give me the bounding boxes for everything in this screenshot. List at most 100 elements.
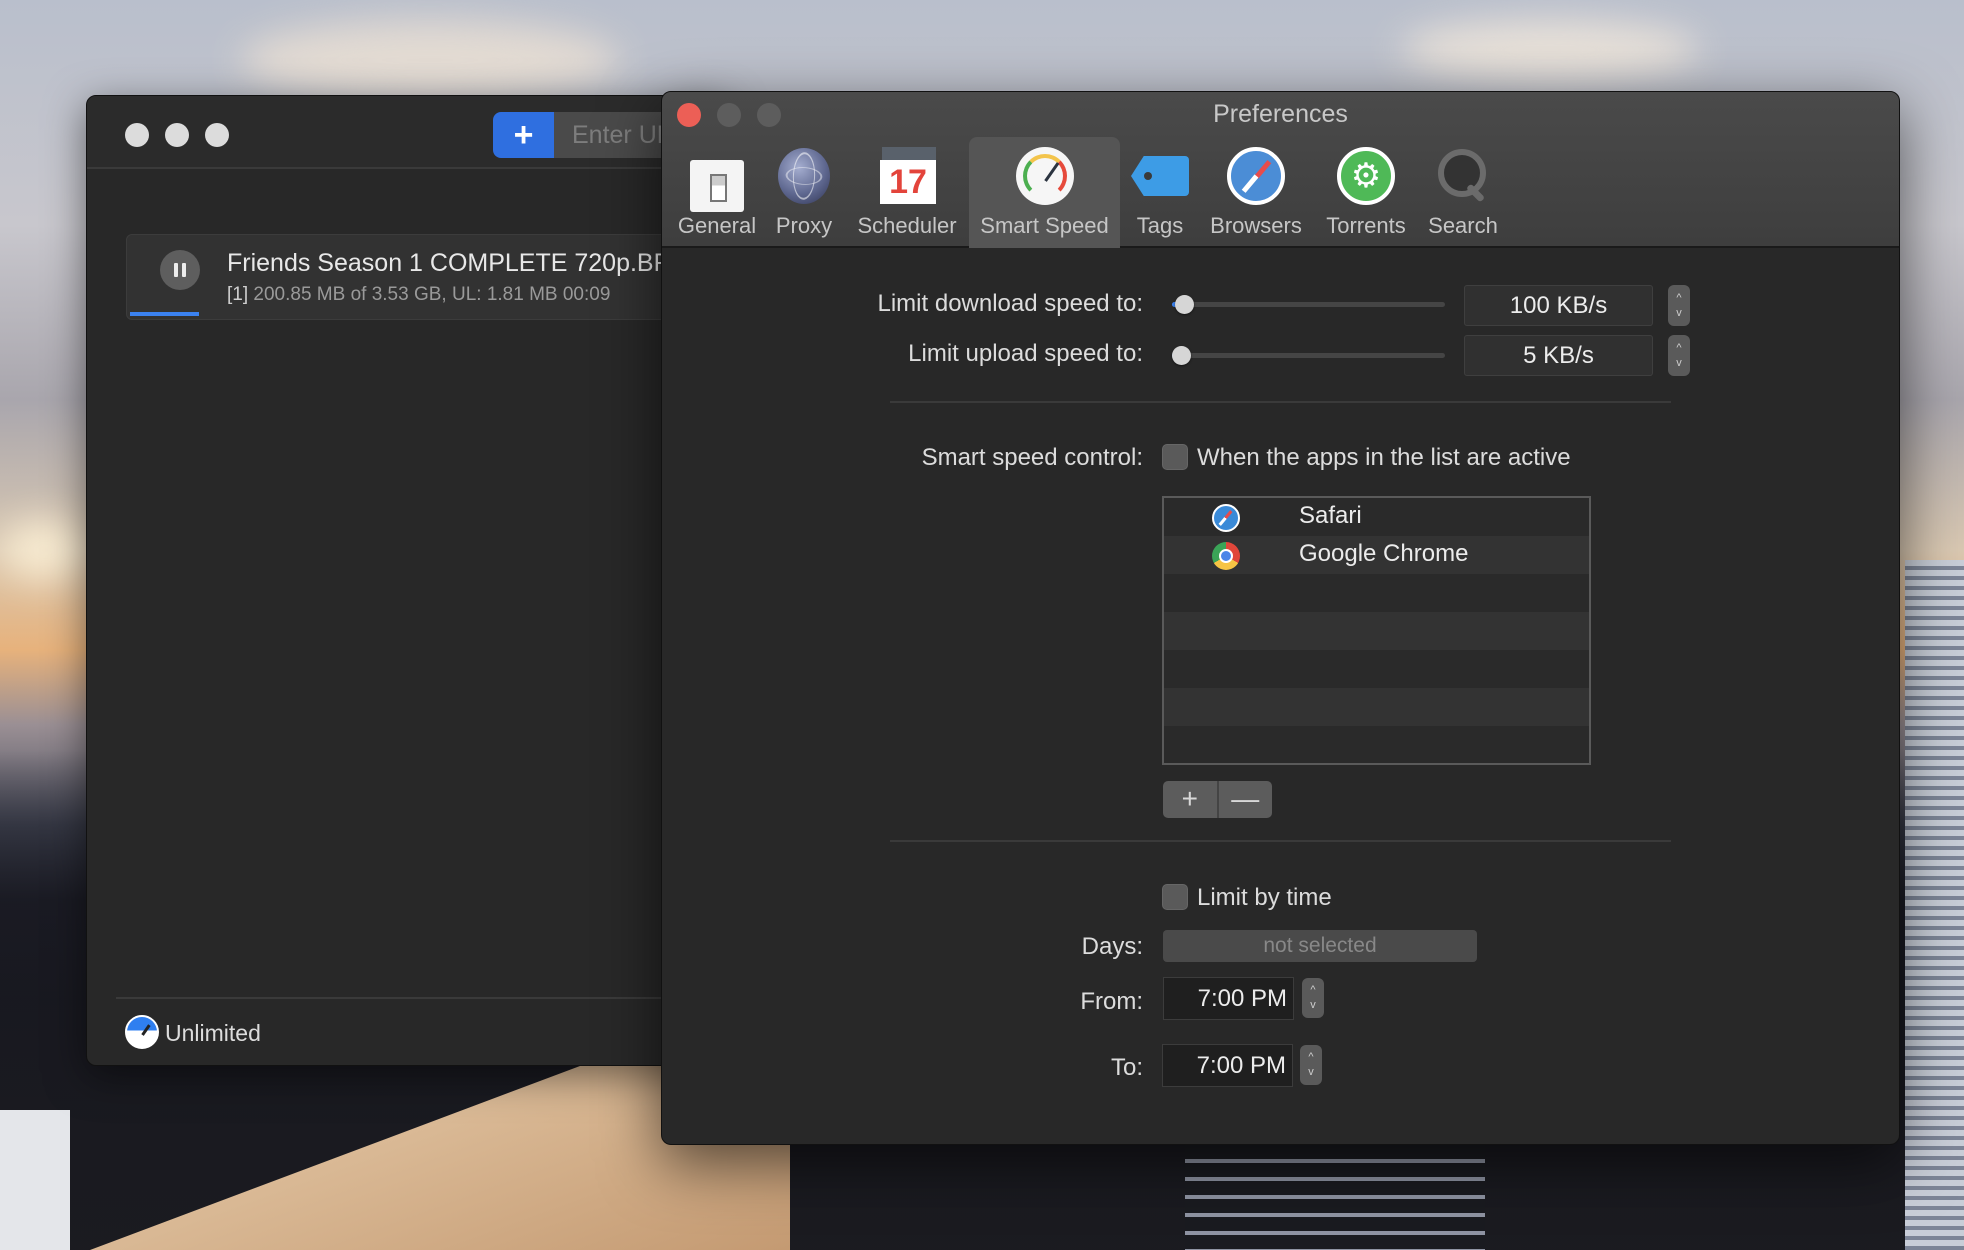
preferences-toolbar: Preferences General Proxy 17 Scheduler S…	[662, 92, 1899, 248]
smart-speed-checkbox[interactable]	[1162, 444, 1188, 470]
limit-by-time-label[interactable]: Limit by time	[1197, 884, 1332, 912]
general-switch-icon	[690, 160, 744, 212]
add-download-button[interactable]: +	[493, 112, 554, 158]
background-building	[1185, 1145, 1485, 1250]
minimize-button[interactable]	[165, 123, 189, 147]
chevron-up-icon[interactable]: ^	[1676, 341, 1681, 356]
chevron-down-icon[interactable]: v	[1310, 998, 1316, 1013]
upload-speed-slider[interactable]	[1172, 346, 1445, 365]
tab-general[interactable]: General	[676, 137, 758, 248]
background-building	[0, 1110, 70, 1250]
app-name: Safari	[1299, 502, 1362, 529]
to-time-field[interactable]: 7:00 PM	[1162, 1044, 1293, 1087]
zoom-button[interactable]	[205, 123, 229, 147]
tab-label: Torrents	[1326, 213, 1406, 238]
empty-row	[1164, 574, 1589, 612]
main-titlebar: +	[87, 96, 725, 169]
tab-label: General	[677, 213, 757, 238]
tab-search[interactable]: Search	[1423, 137, 1503, 248]
download-title: Friends Season 1 COMPLETE 720p.BRrip	[227, 249, 700, 277]
background-cloud	[0, 520, 90, 580]
tab-smart-speed[interactable]: Smart Speed	[969, 137, 1120, 248]
section-divider	[890, 840, 1671, 842]
add-app-button[interactable]: +	[1163, 781, 1219, 818]
app-list[interactable]: Safari Google Chrome	[1162, 496, 1591, 765]
section-divider	[890, 401, 1671, 403]
download-details: [1] 200.85 MB of 3.53 GB, UL: 1.81 MB 00…	[227, 284, 610, 306]
upload-speed-stepper[interactable]: ^ v	[1668, 335, 1690, 376]
days-label: Days:	[1081, 933, 1143, 960]
empty-row	[1164, 726, 1589, 763]
tab-label: Search	[1428, 213, 1498, 238]
calendar-day: 17	[880, 160, 936, 204]
magnifier-icon	[1434, 147, 1492, 205]
pause-button[interactable]	[160, 250, 200, 290]
gear-icon: ⚙	[1337, 147, 1395, 205]
upload-limit-label: Limit upload speed to:	[908, 340, 1143, 367]
limit-by-time-checkbox[interactable]	[1162, 884, 1188, 910]
download-limit-label: Limit download speed to:	[877, 290, 1144, 317]
empty-row	[1164, 650, 1589, 688]
to-label: To:	[1110, 1054, 1143, 1081]
days-selector[interactable]: not selected	[1163, 930, 1477, 962]
tab-label: Browsers	[1210, 213, 1302, 238]
footer-divider	[116, 997, 725, 999]
tab-label: Tags	[1136, 213, 1184, 238]
list-edit-buttons: + —	[1163, 781, 1272, 818]
from-label: From:	[1080, 988, 1143, 1015]
chevron-up-icon[interactable]: ^	[1310, 983, 1315, 998]
window-title: Preferences	[1213, 100, 1348, 128]
tab-tags[interactable]: Tags	[1125, 137, 1195, 248]
calendar-icon: 17	[878, 147, 936, 205]
preferences-window: Preferences General Proxy 17 Scheduler S…	[661, 91, 1900, 1145]
download-index: [1]	[227, 284, 249, 305]
close-button[interactable]	[125, 123, 149, 147]
app-name: Google Chrome	[1299, 540, 1469, 567]
background-cloud	[240, 20, 620, 100]
remove-app-button[interactable]: —	[1219, 781, 1273, 818]
tab-torrents[interactable]: ⚙ Torrents	[1317, 137, 1415, 248]
download-speed-field[interactable]: 100 KB/s	[1464, 285, 1653, 326]
speedometer-icon[interactable]	[125, 1015, 159, 1049]
chevron-up-icon[interactable]: ^	[1676, 291, 1681, 306]
chevron-down-icon[interactable]: v	[1676, 356, 1682, 371]
safari-icon	[1212, 504, 1240, 532]
speed-mode-label[interactable]: Unlimited	[165, 1020, 261, 1047]
pause-icon-bar	[174, 263, 178, 277]
plus-icon: +	[513, 116, 534, 154]
download-progress-text: 200.85 MB of 3.53 GB, UL: 1.81 MB 00:09	[253, 284, 611, 305]
tag-icon	[1131, 156, 1189, 196]
chevron-up-icon[interactable]: ^	[1308, 1050, 1313, 1065]
tab-label: Proxy	[775, 213, 833, 238]
background-tower	[1905, 560, 1964, 1250]
tab-label: Smart Speed	[980, 213, 1109, 238]
from-time-stepper[interactable]: ^ v	[1302, 978, 1324, 1018]
tab-proxy[interactable]: Proxy	[766, 137, 842, 248]
chrome-icon	[1212, 542, 1240, 570]
background-cloud	[1400, 20, 1700, 80]
smart-speed-label: Smart speed control:	[921, 444, 1143, 471]
download-speed-slider[interactable]	[1172, 295, 1445, 314]
download-speed-stepper[interactable]: ^ v	[1668, 285, 1690, 326]
main-window: + Friends Season 1 COMPLETE 720p.BRrip […	[86, 95, 726, 1066]
list-item[interactable]: Safari	[1164, 498, 1589, 536]
smart-speed-checkbox-label[interactable]: When the apps in the list are active	[1197, 444, 1571, 472]
pause-icon-bar	[182, 263, 186, 277]
upload-speed-field[interactable]: 5 KB/s	[1464, 335, 1653, 376]
tab-scheduler[interactable]: 17 Scheduler	[852, 137, 962, 248]
download-item[interactable]: Friends Season 1 COMPLETE 720p.BRrip [1]…	[126, 234, 725, 320]
upload-slider-knob[interactable]	[1172, 346, 1191, 365]
download-progress-bar	[130, 312, 200, 316]
tab-label: Scheduler	[857, 213, 957, 238]
download-slider-knob[interactable]	[1174, 295, 1194, 314]
speedometer-icon	[1015, 147, 1074, 205]
to-time-stepper[interactable]: ^ v	[1300, 1045, 1322, 1085]
proxy-globe-icon	[778, 148, 830, 204]
chevron-down-icon[interactable]: v	[1676, 306, 1682, 321]
tab-browsers[interactable]: Browsers	[1204, 137, 1308, 248]
from-time-field[interactable]: 7:00 PM	[1163, 977, 1294, 1020]
chevron-down-icon[interactable]: v	[1308, 1065, 1314, 1080]
list-item[interactable]: Google Chrome	[1164, 536, 1589, 574]
empty-row	[1164, 688, 1589, 726]
empty-row	[1164, 612, 1589, 650]
